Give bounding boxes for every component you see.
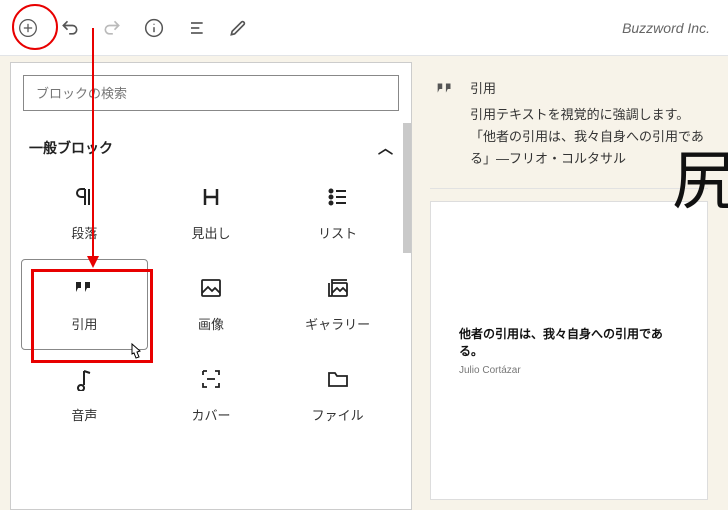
- paragraph-icon: [72, 185, 96, 209]
- section-title: 一般ブロック: [29, 138, 113, 158]
- block-label: カバー: [191, 405, 230, 424]
- block-gallery[interactable]: ギャラリー: [274, 259, 401, 350]
- info-icon: [144, 18, 164, 38]
- gallery-icon: [326, 276, 350, 300]
- heading-icon: [199, 185, 223, 209]
- image-icon: [199, 276, 223, 300]
- block-label: 見出し: [191, 223, 230, 242]
- block-image[interactable]: 画像: [148, 259, 275, 350]
- scrollbar[interactable]: [403, 123, 411, 253]
- preview-description: 引用テキストを視覚的に強調します。「他者の引用は、我々自身への引用である」—フリ…: [470, 104, 704, 170]
- block-label: ギャラリー: [305, 314, 370, 333]
- block-inserter-panel: 一般ブロック ︿ 段落 見出し: [10, 62, 412, 510]
- quote-icon: [72, 276, 96, 300]
- block-cover[interactable]: カバー: [148, 350, 275, 441]
- redo-button[interactable]: [94, 10, 130, 46]
- block-label: リスト: [318, 223, 357, 242]
- list-icon: [186, 18, 206, 38]
- search-input[interactable]: [23, 75, 399, 111]
- preview-title: 引用: [470, 78, 704, 100]
- block-audio[interactable]: 音声: [21, 350, 148, 441]
- preview-box: 他者の引用は、我々自身への引用である。 Julio Cortázar: [430, 201, 708, 500]
- block-heading[interactable]: 見出し: [148, 168, 275, 259]
- chevron-up-icon: ︿: [378, 137, 393, 158]
- outline-button[interactable]: [178, 10, 214, 46]
- plus-circle-icon: [18, 18, 38, 38]
- block-file[interactable]: ファイル: [274, 350, 401, 441]
- block-label: 画像: [198, 314, 224, 333]
- quote-icon: [434, 78, 456, 170]
- redo-icon: [102, 18, 122, 38]
- pencil-icon: [228, 18, 248, 38]
- divider: [430, 188, 708, 189]
- folder-icon: [326, 367, 350, 391]
- edit-button[interactable]: [220, 10, 256, 46]
- block-label: ファイル: [312, 405, 364, 424]
- background-glyph: 尻: [672, 130, 728, 222]
- cover-icon: [199, 367, 223, 391]
- block-label: 段落: [71, 223, 97, 242]
- add-block-button[interactable]: [10, 10, 46, 46]
- block-label: 引用: [71, 314, 97, 333]
- audio-icon: [72, 367, 96, 391]
- section-header[interactable]: 一般ブロック ︿: [11, 123, 411, 168]
- block-paragraph[interactable]: 段落: [21, 168, 148, 259]
- brand-label: Buzzword Inc.: [622, 20, 718, 36]
- info-button[interactable]: [136, 10, 172, 46]
- quote-sample-text: 他者の引用は、我々自身への引用である。: [459, 325, 679, 359]
- bullet-list-icon: [326, 185, 350, 209]
- block-list[interactable]: リスト: [274, 168, 401, 259]
- undo-button[interactable]: [52, 10, 88, 46]
- undo-icon: [60, 18, 80, 38]
- block-quote[interactable]: 引用: [21, 259, 148, 350]
- block-grid: 段落 見出し リスト: [11, 168, 411, 457]
- quote-sample-cite: Julio Cortázar: [459, 365, 679, 376]
- block-label: 音声: [71, 405, 97, 424]
